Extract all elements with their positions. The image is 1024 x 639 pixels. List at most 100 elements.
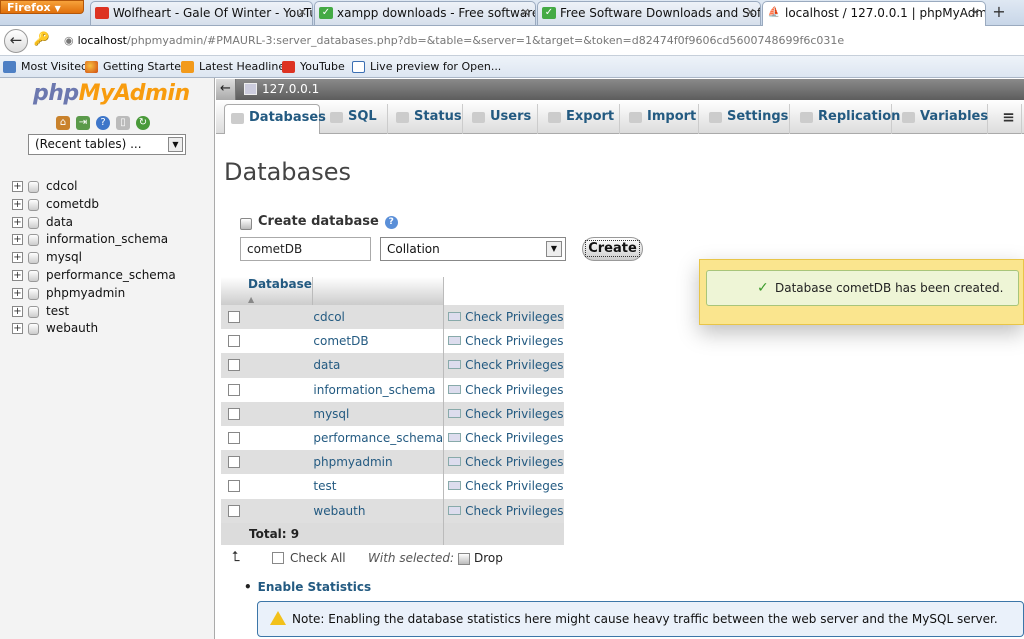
browser-tab-xampp[interactable]: ✓ xampp downloads - Free software do... … <box>314 1 536 25</box>
close-icon[interactable]: ✕ <box>521 2 530 24</box>
expand-icon[interactable]: + <box>12 323 23 335</box>
expand-icon[interactable]: + <box>12 216 23 228</box>
check-privileges-link[interactable]: Check Privileges <box>443 425 564 451</box>
tab-status[interactable]: Status <box>390 104 463 134</box>
database-name-link[interactable]: data <box>312 353 444 378</box>
logout-icon[interactable]: ⇥ <box>76 116 90 130</box>
close-icon[interactable]: ✕ <box>746 2 755 24</box>
documentation-icon[interactable]: ▯ <box>116 116 130 130</box>
bookmark-most-visited[interactable]: Most Visited <box>3 59 88 75</box>
expand-icon[interactable]: + <box>12 287 23 299</box>
sidebar-db-item[interactable]: + cdcol <box>10 178 176 196</box>
tab-import[interactable]: Import <box>623 104 699 134</box>
database-name-link[interactable]: performance_schema <box>312 425 444 451</box>
sidebar-db-item[interactable]: + test <box>10 303 176 321</box>
database-column-header[interactable]: Database ▲ <box>221 277 313 305</box>
chevron-down-icon: ▼ <box>168 137 183 152</box>
check-privileges-label: Check Privileges <box>465 382 564 397</box>
check-privileges-link[interactable]: Check Privileges <box>443 450 564 475</box>
url-bar[interactable]: ◉ localhost/phpmyadmin/#PMAURL-3:server_d… <box>56 29 1024 53</box>
browser-tab-youtube[interactable]: Wolfheart - Gale Of Winter - YouTube ✕ <box>90 1 313 25</box>
check-privileges-link[interactable]: Check Privileges <box>443 353 564 378</box>
sidebar-db-item[interactable]: + phpmyadmin <box>10 285 176 303</box>
sidebar-db-item[interactable]: + data <box>10 214 176 232</box>
enable-statistics-link[interactable]: Enable Statistics <box>258 580 371 594</box>
browser-tab-phpmyadmin[interactable]: ⛵ localhost / 127.0.0.1 | phpMyAdmin 4..… <box>762 1 986 26</box>
sidebar-db-item[interactable]: + mysql <box>10 249 176 267</box>
database-name-link[interactable]: test <box>312 474 444 499</box>
check-all-checkbox[interactable] <box>272 552 284 564</box>
check-privileges-link[interactable]: Check Privileges <box>443 305 564 330</box>
row-checkbox[interactable] <box>228 407 240 420</box>
server-label[interactable]: 127.0.0.1 <box>262 79 319 100</box>
expand-icon[interactable]: + <box>12 181 23 192</box>
bookmark-youtube[interactable]: YouTube <box>282 59 345 75</box>
help-icon[interactable]: ? <box>384 216 398 229</box>
bookmark-live-preview[interactable]: Live preview for Open... <box>352 59 501 75</box>
privileges-icon <box>448 336 462 346</box>
check-privileges-link[interactable]: Check Privileges <box>443 474 564 499</box>
collapse-panel-button[interactable]: ← <box>216 79 236 100</box>
close-icon[interactable]: ✕ <box>971 2 980 24</box>
tab-users[interactable]: Users <box>466 104 538 134</box>
sidebar-db-item[interactable]: + cometdb <box>10 196 176 214</box>
database-name-input[interactable] <box>240 237 371 261</box>
create-button[interactable]: Create <box>582 237 643 261</box>
database-name-link[interactable]: webauth <box>312 498 444 523</box>
check-icon: ✓ <box>542 7 556 19</box>
more-menu-icon[interactable]: ≡ <box>996 104 1022 134</box>
browser-tab-free-software[interactable]: ✓ Free Software Downloads and Softwa... … <box>537 1 761 25</box>
row-checkbox[interactable] <box>228 432 240 445</box>
close-icon[interactable]: ✕ <box>298 2 307 24</box>
row-checkbox[interactable] <box>228 383 240 396</box>
settings-icon <box>709 112 722 123</box>
phpmyadmin-logo[interactable]: phpMyAdmin <box>33 81 190 106</box>
check-all-label[interactable]: Check All <box>290 551 346 565</box>
row-checkbox[interactable] <box>228 359 240 372</box>
expand-icon[interactable]: + <box>12 252 23 264</box>
recent-tables-select[interactable]: (Recent tables) ... ▼ <box>28 134 186 155</box>
reload-icon[interactable]: ↻ <box>136 116 150 130</box>
row-checkbox[interactable] <box>228 480 240 493</box>
database-name-link[interactable]: mysql <box>312 401 444 426</box>
check-privileges-link[interactable]: Check Privileges <box>443 401 564 426</box>
check-privileges-link[interactable]: Check Privileges <box>443 377 564 402</box>
row-checkbox[interactable] <box>228 311 240 324</box>
tab-variables[interactable]: Variables <box>896 104 988 134</box>
check-privileges-link[interactable]: Check Privileges <box>443 498 564 523</box>
bookmark-latest-headlines[interactable]: Latest Headlines <box>181 59 291 75</box>
tab-sql[interactable]: SQL <box>324 104 388 134</box>
tab-export[interactable]: Export <box>542 104 620 134</box>
table-row: cdcol Check Privileges <box>221 305 564 330</box>
database-name-link[interactable]: cometDB <box>312 329 444 354</box>
site-identity-icon[interactable]: 🔑 <box>32 32 52 50</box>
sidebar-db-item[interactable]: + information_schema <box>10 231 176 249</box>
row-checkbox[interactable] <box>228 335 240 348</box>
help-icon[interactable]: ? <box>96 116 110 130</box>
sidebar-db-item[interactable]: + performance_schema <box>10 267 176 285</box>
back-button[interactable]: ← <box>4 29 28 53</box>
tab-label: Users <box>490 109 532 124</box>
new-tab-button[interactable]: + <box>988 2 1010 24</box>
expand-icon[interactable]: + <box>12 305 23 317</box>
database-name-link[interactable]: phpmyadmin <box>312 450 444 475</box>
expand-icon[interactable]: + <box>12 234 23 246</box>
expand-icon[interactable]: + <box>12 269 23 281</box>
expand-icon[interactable]: + <box>12 198 23 210</box>
chevron-down-icon: ▼ <box>546 241 562 257</box>
database-name-link[interactable]: information_schema <box>312 377 444 402</box>
tab-databases[interactable]: Databases <box>224 104 326 134</box>
check-privileges-link[interactable]: Check Privileges <box>443 329 564 354</box>
bookmark-getting-started[interactable]: Getting Started <box>85 59 188 75</box>
home-icon[interactable]: ⌂ <box>56 116 70 130</box>
firefox-menu-button[interactable]: Firefox ▼ <box>0 0 84 14</box>
drop-button[interactable]: Drop <box>458 551 503 565</box>
row-checkbox[interactable] <box>228 456 240 469</box>
tab-replication[interactable]: Replication <box>794 104 900 134</box>
tab-settings[interactable]: Settings <box>703 104 790 134</box>
navigation-bar: ← 🔑 ◉ localhost/phpmyadmin/#PMAURL-3:serv… <box>0 26 1024 56</box>
row-checkbox[interactable] <box>228 504 240 517</box>
sidebar-db-item[interactable]: + webauth <box>10 320 176 338</box>
collation-select[interactable]: Collation ▼ <box>380 237 566 261</box>
database-name-link[interactable]: cdcol <box>312 305 444 330</box>
